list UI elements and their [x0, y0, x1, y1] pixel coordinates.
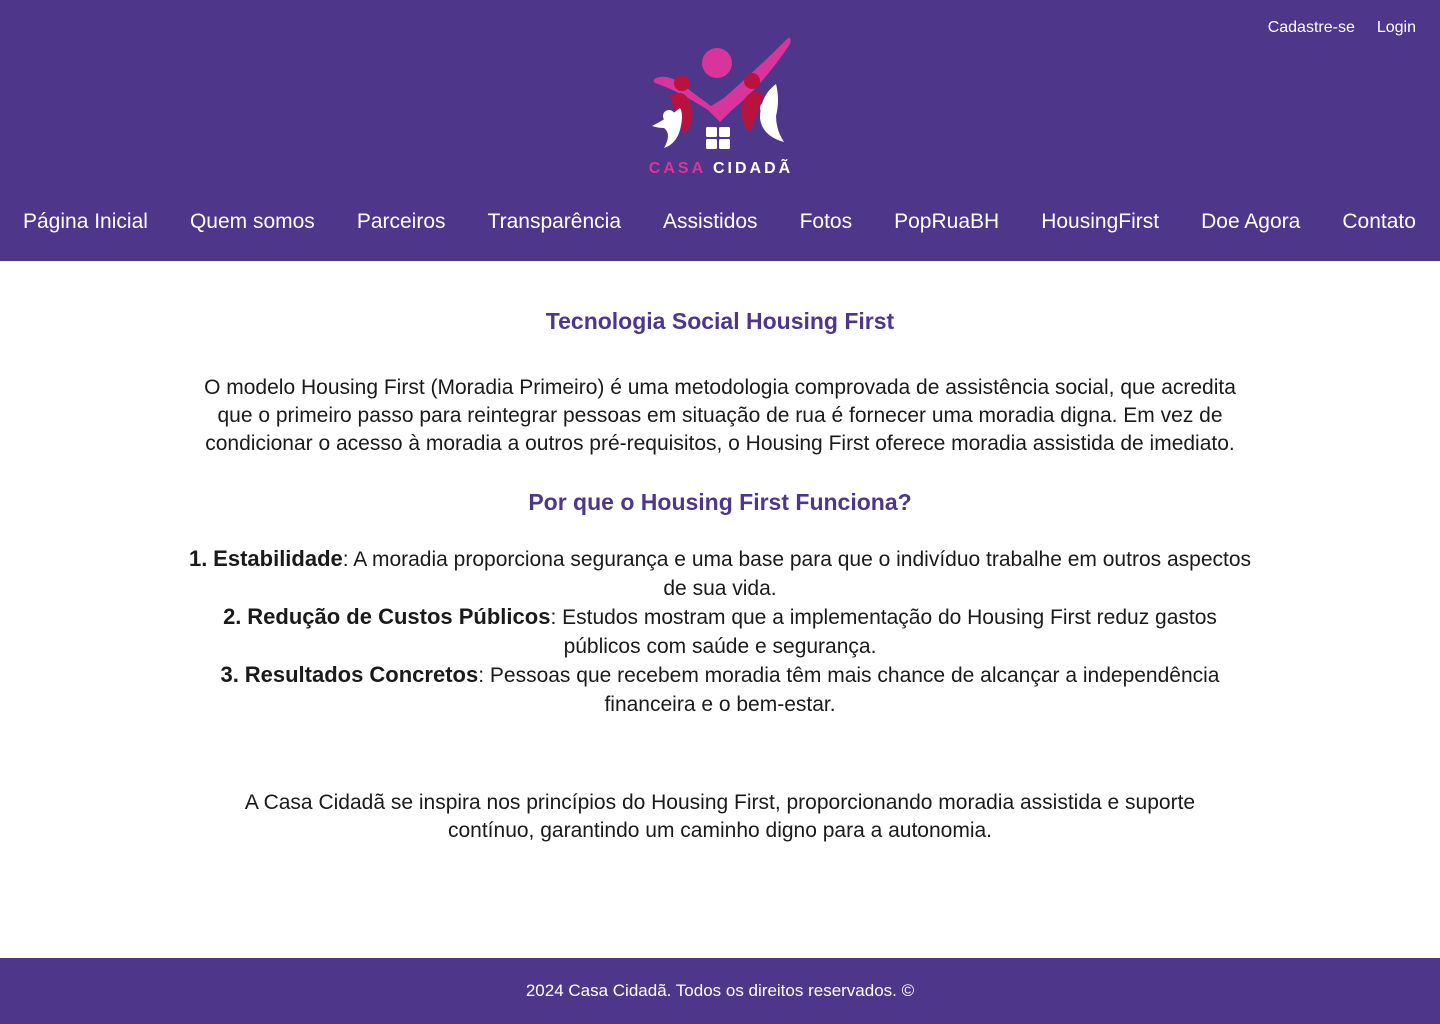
- nav-item-quem-somos[interactable]: Quem somos: [190, 210, 315, 234]
- main-content: Tecnologia Social Housing First O modelo…: [180, 261, 1260, 845]
- reason-heading: Estabilidade: [213, 546, 343, 571]
- reason-text: : A moradia proporciona segurança e uma …: [342, 548, 1252, 600]
- site-header: Cadastre-se Login CASA CIDADÃ Página Ini…: [0, 0, 1440, 261]
- reasons-list: 1. Estabilidade: A moradia proporciona s…: [180, 545, 1260, 719]
- logo-word-cidada: CIDADÃ: [712, 160, 794, 177]
- reason-heading: Resultados Concretos: [244, 662, 479, 687]
- closing-paragraph: A Casa Cidadã se inspira nos princípios …: [244, 791, 1196, 842]
- nav-item-doe-agora[interactable]: Doe Agora: [1201, 210, 1300, 234]
- signup-link[interactable]: Cadastre-se: [1268, 19, 1355, 37]
- nav-item-transparencia[interactable]: Transparência: [488, 210, 621, 234]
- auth-links: Cadastre-se Login: [1268, 19, 1416, 37]
- main-nav: Página Inicial Quem somos Parceiros Tran…: [23, 206, 1416, 238]
- reason-number: 2.: [223, 604, 242, 629]
- nav-item-pagina-inicial[interactable]: Página Inicial: [23, 210, 148, 234]
- nav-item-fotos[interactable]: Fotos: [800, 210, 853, 234]
- reason-text: : Estudos mostram que a implementação do…: [550, 606, 1217, 658]
- login-link[interactable]: Login: [1377, 19, 1416, 37]
- section-subtitle: Por que o Housing First Funciona?: [528, 489, 912, 515]
- nav-item-assistidos[interactable]: Assistidos: [663, 210, 758, 234]
- logo-wordmark: CASA CIDADÃ: [636, 160, 806, 178]
- list-item: 3. Resultados Concretos: Pessoas que rec…: [180, 661, 1260, 719]
- intro-paragraph: O modelo Housing First (Moradia Primeiro…: [204, 376, 1236, 455]
- logo-emblem-icon: [652, 37, 791, 149]
- reason-text: : Pessoas que recebem moradia têm mais c…: [478, 664, 1220, 716]
- nav-item-parceiros[interactable]: Parceiros: [357, 210, 446, 234]
- reason-heading: Redução de Custos Públicos: [247, 604, 551, 629]
- nav-item-popruabh[interactable]: PopRuaBH: [894, 210, 999, 234]
- logo-word-casa: CASA: [648, 160, 706, 177]
- reason-number: 3.: [220, 662, 239, 687]
- site-footer: 2024 Casa Cidadã. Todos os direitos rese…: [0, 958, 1440, 1024]
- nav-item-contato[interactable]: Contato: [1342, 210, 1416, 234]
- reason-number: 1.: [188, 546, 208, 571]
- casa-cidada-logo[interactable]: CASA CIDADÃ: [636, 34, 806, 180]
- page-title: Tecnologia Social Housing First: [545, 308, 895, 334]
- nav-item-housingfirst[interactable]: HousingFirst: [1041, 210, 1159, 234]
- list-item: 1. Estabilidade: A moradia proporciona s…: [180, 545, 1260, 603]
- list-item: 2. Redução de Custos Públicos: Estudos m…: [180, 603, 1260, 661]
- footer-copyright: 2024 Casa Cidadã. Todos os direitos rese…: [525, 981, 915, 1000]
